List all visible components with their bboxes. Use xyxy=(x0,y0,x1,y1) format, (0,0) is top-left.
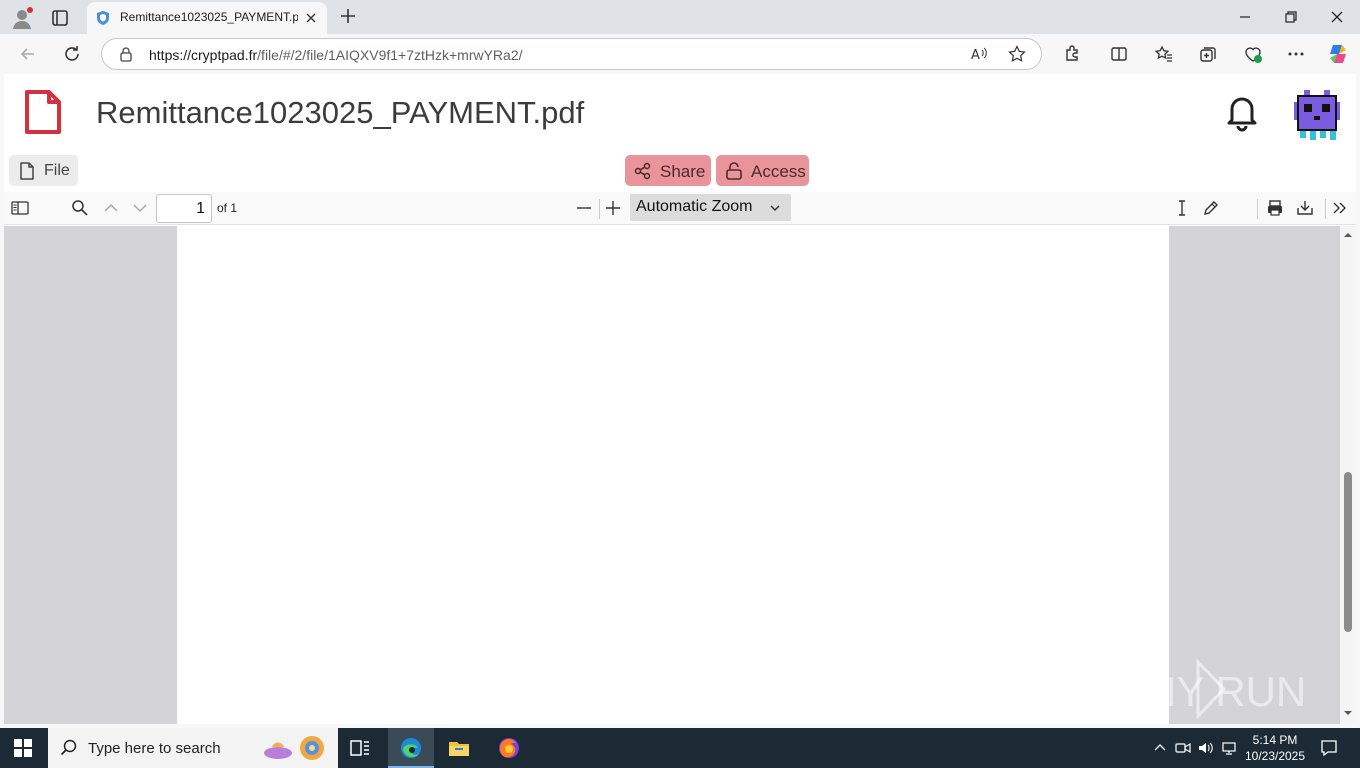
sidebar-toggle-icon[interactable] xyxy=(11,199,29,217)
file-menu-button[interactable]: File xyxy=(9,155,78,186)
lock-icon[interactable] xyxy=(118,46,134,62)
user-avatar[interactable] xyxy=(1290,88,1344,142)
url-text: https://cryptpad.fr/file/#/2/file/1AIQXV… xyxy=(149,47,523,63)
close-window-icon[interactable] xyxy=(1328,8,1346,26)
task-view-icon[interactable] xyxy=(348,736,372,760)
zoom-in-icon[interactable] xyxy=(604,199,622,217)
print-icon[interactable] xyxy=(1266,199,1284,217)
document-title[interactable]: Remittance1023025_PAYMENT.pdf xyxy=(96,95,584,131)
cryptpad-app: Remittance1023025_PAYMENT.pdf File Share… xyxy=(4,74,1356,724)
file-menu-label: File xyxy=(44,162,70,179)
anyrun-watermark-logo: ANY RUN xyxy=(1118,658,1306,720)
browser-tab-strip: Remittance1023025_PAYMENT.pd xyxy=(0,0,1360,34)
share-button[interactable]: Share xyxy=(625,155,711,186)
profile-icon[interactable] xyxy=(10,6,34,30)
tab-title: Remittance1023025_PAYMENT.pd xyxy=(120,10,298,24)
tools-menu-double-chevron-icon[interactable] xyxy=(1331,199,1349,217)
download-save-icon[interactable] xyxy=(1296,199,1314,217)
access-label: Access xyxy=(751,162,806,181)
url-host: https://cryptpad.fr xyxy=(149,47,258,63)
refresh-icon[interactable] xyxy=(62,44,82,64)
windows-start-icon[interactable] xyxy=(14,739,32,757)
search-highlight-diwali-icon xyxy=(264,736,324,760)
search-placeholder: Type here to search xyxy=(88,740,221,757)
pdf-viewer-container[interactable]: ANY RUN xyxy=(4,226,1356,724)
system-clock[interactable]: 5:14 PM 10/23/2025 xyxy=(1240,732,1310,764)
edge-browser-icon[interactable] xyxy=(399,736,423,760)
restore-icon[interactable] xyxy=(1282,8,1300,26)
watermark-text: ANY RUN xyxy=(1118,668,1306,715)
split-screen-icon[interactable] xyxy=(1109,44,1129,64)
scrollbar-thumb[interactable] xyxy=(1344,472,1352,632)
zoom-select[interactable]: Automatic Zoom xyxy=(630,194,791,221)
tab-actions-icon[interactable] xyxy=(50,8,70,28)
chevron-down-icon xyxy=(770,205,780,212)
unlock-icon xyxy=(726,162,742,180)
address-bar[interactable]: https://cryptpad.fr/file/#/2/file/1AIQXV… xyxy=(101,38,1042,70)
pdf-viewer-toolbar: 1 of 1 Automatic Zoom xyxy=(4,192,1356,225)
next-page-icon[interactable] xyxy=(131,199,149,217)
toolbar-separator xyxy=(1257,199,1258,219)
read-aloud-icon[interactable]: A xyxy=(970,45,988,63)
file-icon xyxy=(20,162,34,180)
meet-now-icon[interactable] xyxy=(1175,740,1191,756)
zoom-separator xyxy=(599,199,600,219)
scroll-up-arrow-icon[interactable] xyxy=(1343,230,1353,240)
notifications-icon[interactable] xyxy=(1320,739,1338,757)
volume-icon[interactable] xyxy=(1198,740,1214,756)
clock-time: 5:14 PM xyxy=(1252,733,1298,747)
firefox-icon[interactable] xyxy=(497,736,521,760)
notification-bell-icon[interactable] xyxy=(1222,92,1262,132)
page-count: of 1 xyxy=(217,201,238,215)
collections-icon[interactable] xyxy=(1198,44,1218,64)
svg-text:A: A xyxy=(971,48,980,63)
browser-tab-active[interactable]: Remittance1023025_PAYMENT.pd xyxy=(87,2,327,34)
favorites-icon[interactable] xyxy=(1154,44,1174,64)
new-tab-icon[interactable] xyxy=(338,6,358,26)
browser-navigation-bar: https://cryptpad.fr/file/#/2/file/1AIQXV… xyxy=(0,34,1360,74)
page-number-input[interactable]: 1 xyxy=(156,194,212,223)
find-search-icon[interactable] xyxy=(71,199,89,217)
pdf-file-icon xyxy=(25,90,61,134)
extensions-icon[interactable] xyxy=(1062,44,1082,64)
share-label: Share xyxy=(660,162,706,181)
access-button[interactable]: Access xyxy=(716,155,809,186)
minimize-icon[interactable] xyxy=(1236,8,1254,26)
pdf-page[interactable] xyxy=(177,226,1169,724)
taskbar-search-box[interactable]: Type here to search xyxy=(48,728,338,768)
more-options-icon[interactable] xyxy=(1286,44,1306,64)
zoom-out-icon[interactable] xyxy=(575,199,593,217)
clock-date: 10/23/2025 xyxy=(1244,749,1306,763)
zoom-select-value: Automatic Zoom xyxy=(636,198,753,215)
url-path: /file/#/2/file/1AIQXV9f1+7ztHzk+mrwYRa2/ xyxy=(257,47,523,63)
app-toolbar: File Share Access xyxy=(4,152,1356,192)
share-icon xyxy=(634,162,651,180)
file-explorer-icon[interactable] xyxy=(447,736,471,760)
copilot-icon[interactable] xyxy=(1327,43,1349,65)
draw-pen-icon[interactable] xyxy=(1202,199,1220,217)
back-icon[interactable] xyxy=(18,44,38,64)
close-tab-icon[interactable] xyxy=(303,10,319,26)
show-hidden-icons-chevron-icon[interactable] xyxy=(1152,740,1168,756)
favorite-star-icon[interactable] xyxy=(1008,45,1026,63)
previous-page-icon[interactable] xyxy=(102,199,120,217)
scroll-down-arrow-icon[interactable] xyxy=(1343,708,1353,718)
browser-essentials-icon[interactable] xyxy=(1243,44,1263,64)
windows-taskbar: Type here to search 5:14 PM 10/23/2025 xyxy=(0,728,1360,768)
network-icon[interactable] xyxy=(1221,740,1237,756)
cryptpad-favicon-icon xyxy=(97,11,109,25)
vertical-scrollbar[interactable] xyxy=(1340,226,1356,724)
search-icon xyxy=(60,739,77,756)
toolbar-separator-2 xyxy=(1325,199,1326,219)
text-select-cursor-icon[interactable] xyxy=(1173,199,1191,217)
